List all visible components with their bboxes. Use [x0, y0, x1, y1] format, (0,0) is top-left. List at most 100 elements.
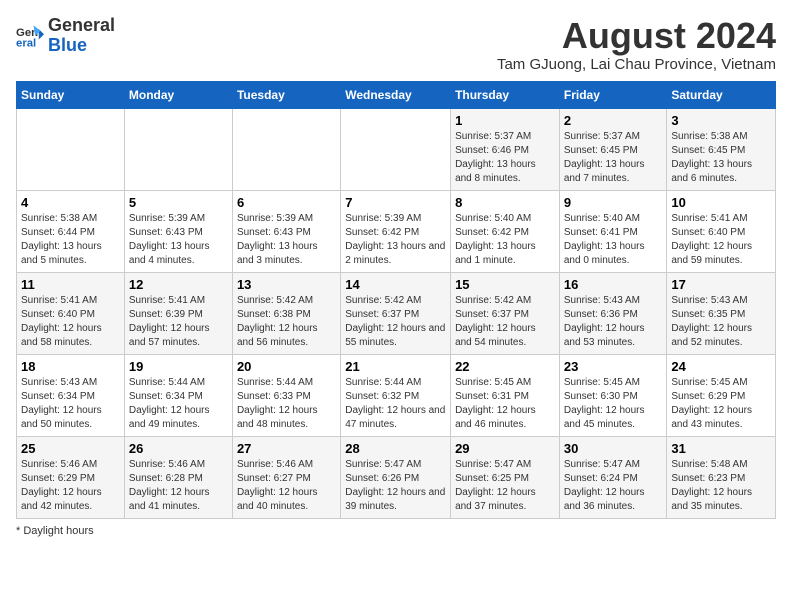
day-info: Sunrise: 5:46 AM Sunset: 6:29 PM Dayligh…: [21, 458, 120, 514]
calendar-cell: 18 Sunrise: 5:43 AM Sunset: 6:34 PM Dayli…: [17, 354, 125, 436]
day-number: 2: [564, 113, 663, 128]
header-day-wednesday: Wednesday: [341, 81, 451, 108]
day-info: Sunrise: 5:47 AM Sunset: 6:25 PM Dayligh…: [455, 458, 555, 514]
calendar-cell: [232, 108, 340, 190]
calendar-table: SundayMondayTuesdayWednesdayThursdayFrid…: [16, 81, 776, 519]
day-number: 4: [21, 195, 120, 210]
day-info: Sunrise: 5:48 AM Sunset: 6:23 PM Dayligh…: [671, 458, 771, 514]
calendar-cell: 17 Sunrise: 5:43 AM Sunset: 6:35 PM Dayli…: [667, 272, 776, 354]
day-number: 23: [564, 359, 663, 374]
calendar-cell: 31 Sunrise: 5:48 AM Sunset: 6:23 PM Dayli…: [667, 436, 776, 518]
calendar-cell: 7Sunrise: 5:39 AM Sunset: 6:42 PM Daylig…: [341, 190, 451, 272]
calendar-body: 1 Sunrise: 5:37 AM Sunset: 6:46 PM Daylig…: [17, 108, 776, 518]
day-info: Sunrise: 5:37 AM Sunset: 6:46 PM Dayligh…: [455, 130, 555, 186]
calendar-cell: 25Sunrise: 5:46 AM Sunset: 6:29 PM Dayli…: [17, 436, 125, 518]
calendar-cell: 1 Sunrise: 5:37 AM Sunset: 6:46 PM Daylig…: [451, 108, 560, 190]
day-info: Sunrise: 5:38 AM Sunset: 6:45 PM Dayligh…: [671, 130, 771, 186]
day-info: Sunrise: 5:44 AM Sunset: 6:34 PM Dayligh…: [129, 376, 228, 432]
calendar-cell: 30Sunrise: 5:47 AM Sunset: 6:24 PM Dayli…: [559, 436, 667, 518]
footer-text: Daylight hours: [23, 525, 93, 537]
calendar-cell: 23 Sunrise: 5:45 AM Sunset: 6:30 PM Dayli…: [559, 354, 667, 436]
location-title: Tam GJuong, Lai Chau Province, Vietnam: [497, 56, 776, 73]
day-number: 15: [455, 277, 555, 292]
day-info: Sunrise: 5:43 AM Sunset: 6:35 PM Dayligh…: [671, 294, 771, 350]
day-number: 28: [345, 441, 446, 456]
calendar-cell: 19Sunrise: 5:44 AM Sunset: 6:34 PM Dayli…: [124, 354, 232, 436]
calendar-cell: 8 Sunrise: 5:40 AM Sunset: 6:42 PM Daylig…: [451, 190, 560, 272]
calendar-cell: [341, 108, 451, 190]
day-number: 12: [129, 277, 228, 292]
day-info: Sunrise: 5:44 AM Sunset: 6:33 PM Dayligh…: [237, 376, 336, 432]
calendar-cell: 10Sunrise: 5:41 AM Sunset: 6:40 PM Dayli…: [667, 190, 776, 272]
week-row-3: 18 Sunrise: 5:43 AM Sunset: 6:34 PM Dayli…: [17, 354, 776, 436]
calendar-cell: [17, 108, 125, 190]
day-info: Sunrise: 5:42 AM Sunset: 6:38 PM Dayligh…: [237, 294, 336, 350]
calendar-cell: 22Sunrise: 5:45 AM Sunset: 6:31 PM Dayli…: [451, 354, 560, 436]
day-number: 3: [671, 113, 771, 128]
calendar-cell: 12Sunrise: 5:41 AM Sunset: 6:39 PM Dayli…: [124, 272, 232, 354]
footer-note: * Daylight hours: [16, 525, 776, 537]
calendar-cell: [124, 108, 232, 190]
day-number: 16: [564, 277, 663, 292]
day-number: 1: [455, 113, 555, 128]
day-info: Sunrise: 5:45 AM Sunset: 6:31 PM Dayligh…: [455, 376, 555, 432]
calendar-cell: 14Sunrise: 5:42 AM Sunset: 6:37 PM Dayli…: [341, 272, 451, 354]
header: Gen eral General Blue August 2024 Tam GJ…: [16, 16, 776, 73]
day-info: Sunrise: 5:43 AM Sunset: 6:34 PM Dayligh…: [21, 376, 120, 432]
calendar-cell: 3 Sunrise: 5:38 AM Sunset: 6:45 PM Daylig…: [667, 108, 776, 190]
calendar-cell: 9 Sunrise: 5:40 AM Sunset: 6:41 PM Daylig…: [559, 190, 667, 272]
header-day-friday: Friday: [559, 81, 667, 108]
calendar-cell: 21 Sunrise: 5:44 AM Sunset: 6:32 PM Dayli…: [341, 354, 451, 436]
title-area: August 2024 Tam GJuong, Lai Chau Provinc…: [497, 16, 776, 73]
week-row-2: 11Sunrise: 5:41 AM Sunset: 6:40 PM Dayli…: [17, 272, 776, 354]
day-info: Sunrise: 5:41 AM Sunset: 6:40 PM Dayligh…: [671, 212, 771, 268]
day-number: 31: [671, 441, 771, 456]
day-info: Sunrise: 5:44 AM Sunset: 6:32 PM Dayligh…: [345, 376, 446, 432]
day-info: Sunrise: 5:39 AM Sunset: 6:43 PM Dayligh…: [129, 212, 228, 268]
day-info: Sunrise: 5:43 AM Sunset: 6:36 PM Dayligh…: [564, 294, 663, 350]
day-info: Sunrise: 5:46 AM Sunset: 6:28 PM Dayligh…: [129, 458, 228, 514]
day-number: 20: [237, 359, 336, 374]
day-number: 21: [345, 359, 446, 374]
header-day-saturday: Saturday: [667, 81, 776, 108]
header-day-monday: Monday: [124, 81, 232, 108]
calendar-cell: 27 Sunrise: 5:46 AM Sunset: 6:27 PM Dayli…: [232, 436, 340, 518]
calendar-cell: 4Sunrise: 5:38 AM Sunset: 6:44 PM Daylig…: [17, 190, 125, 272]
week-row-0: 1 Sunrise: 5:37 AM Sunset: 6:46 PM Daylig…: [17, 108, 776, 190]
day-number: 8: [455, 195, 555, 210]
day-number: 13: [237, 277, 336, 292]
day-number: 17: [671, 277, 771, 292]
day-number: 30: [564, 441, 663, 456]
calendar-cell: 2 Sunrise: 5:37 AM Sunset: 6:45 PM Daylig…: [559, 108, 667, 190]
month-title: August 2024: [497, 16, 776, 56]
week-row-1: 4Sunrise: 5:38 AM Sunset: 6:44 PM Daylig…: [17, 190, 776, 272]
calendar-cell: 15Sunrise: 5:42 AM Sunset: 6:37 PM Dayli…: [451, 272, 560, 354]
calendar-cell: 5 Sunrise: 5:39 AM Sunset: 6:43 PM Daylig…: [124, 190, 232, 272]
calendar-cell: 28 Sunrise: 5:47 AM Sunset: 6:26 PM Dayli…: [341, 436, 451, 518]
day-info: Sunrise: 5:40 AM Sunset: 6:42 PM Dayligh…: [455, 212, 555, 268]
calendar-cell: 29Sunrise: 5:47 AM Sunset: 6:25 PM Dayli…: [451, 436, 560, 518]
day-info: Sunrise: 5:40 AM Sunset: 6:41 PM Dayligh…: [564, 212, 663, 268]
day-info: Sunrise: 5:39 AM Sunset: 6:42 PM Dayligh…: [345, 212, 446, 268]
calendar-cell: 13 Sunrise: 5:42 AM Sunset: 6:38 PM Dayli…: [232, 272, 340, 354]
day-number: 27: [237, 441, 336, 456]
day-info: Sunrise: 5:47 AM Sunset: 6:26 PM Dayligh…: [345, 458, 446, 514]
header-day-tuesday: Tuesday: [232, 81, 340, 108]
day-number: 24: [671, 359, 771, 374]
calendar-cell: 16 Sunrise: 5:43 AM Sunset: 6:36 PM Dayli…: [559, 272, 667, 354]
day-info: Sunrise: 5:45 AM Sunset: 6:29 PM Dayligh…: [671, 376, 771, 432]
logo-general-text: General: [48, 15, 115, 35]
calendar-cell: 11Sunrise: 5:41 AM Sunset: 6:40 PM Dayli…: [17, 272, 125, 354]
header-row: SundayMondayTuesdayWednesdayThursdayFrid…: [17, 81, 776, 108]
svg-text:eral: eral: [16, 37, 36, 49]
day-number: 5: [129, 195, 228, 210]
logo-icon: Gen eral: [16, 22, 44, 50]
day-info: Sunrise: 5:41 AM Sunset: 6:40 PM Dayligh…: [21, 294, 120, 350]
day-info: Sunrise: 5:37 AM Sunset: 6:45 PM Dayligh…: [564, 130, 663, 186]
day-number: 18: [21, 359, 120, 374]
day-number: 14: [345, 277, 446, 292]
day-number: 9: [564, 195, 663, 210]
day-info: Sunrise: 5:46 AM Sunset: 6:27 PM Dayligh…: [237, 458, 336, 514]
day-info: Sunrise: 5:45 AM Sunset: 6:30 PM Dayligh…: [564, 376, 663, 432]
header-day-sunday: Sunday: [17, 81, 125, 108]
